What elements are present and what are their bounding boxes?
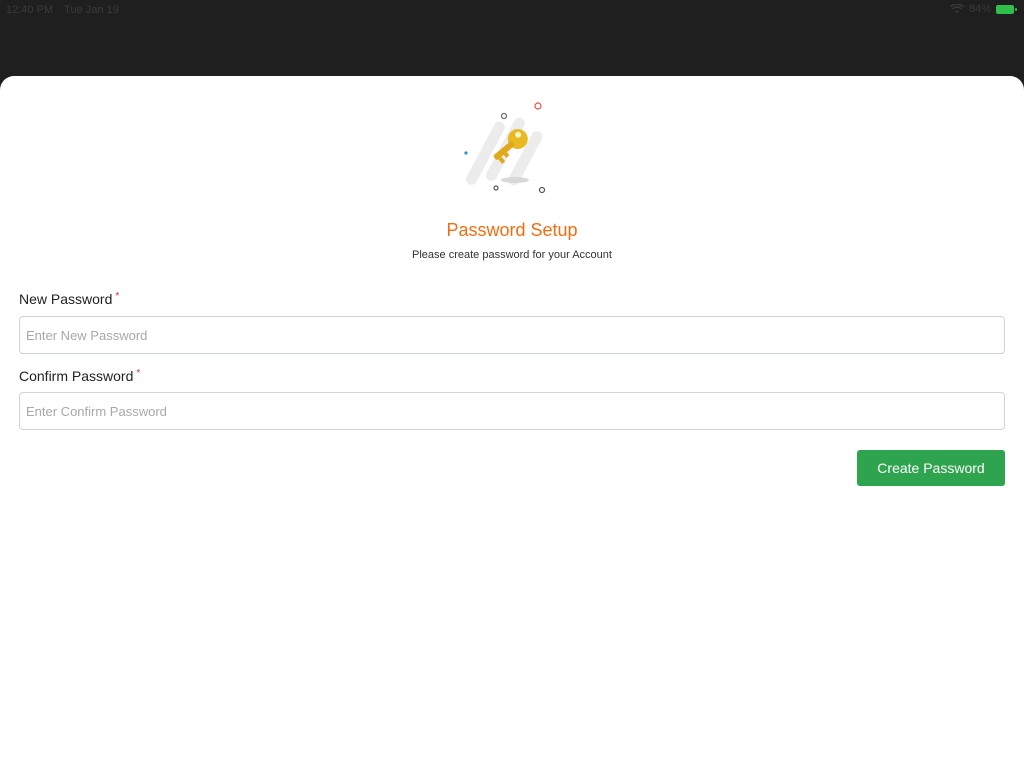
status-bar: 12:40 PM Tue Jan 19 84% bbox=[0, 0, 1024, 20]
password-setup-sheet: Password Setup Please create password fo… bbox=[0, 76, 1024, 769]
status-right: 84% bbox=[950, 3, 1017, 15]
wifi-icon bbox=[950, 3, 964, 14]
battery-percent: 84% bbox=[968, 3, 991, 15]
confirm-password-label: Confirm Password * bbox=[19, 368, 140, 384]
battery-charging-icon bbox=[996, 4, 1017, 14]
page-subtitle: Please create password for your Account bbox=[412, 249, 612, 261]
required-mark: * bbox=[115, 291, 120, 302]
key-illustration bbox=[452, 98, 572, 198]
status-left: 12:40 PM Tue Jan 19 bbox=[6, 4, 119, 16]
confirm-password-label-text: Confirm Password bbox=[19, 368, 134, 384]
status-time: 12:40 PM bbox=[6, 4, 54, 16]
page-title: Password Setup bbox=[446, 220, 578, 240]
confirm-password-input[interactable] bbox=[19, 392, 1005, 430]
required-mark: * bbox=[136, 368, 141, 379]
key-icon bbox=[464, 102, 546, 194]
new-password-input[interactable] bbox=[19, 316, 1005, 354]
new-password-label: New Password * bbox=[19, 291, 119, 307]
create-password-button[interactable]: Create Password bbox=[857, 450, 1005, 486]
new-password-label-text: New Password bbox=[19, 291, 113, 307]
status-date: Tue Jan 19 bbox=[64, 4, 119, 16]
